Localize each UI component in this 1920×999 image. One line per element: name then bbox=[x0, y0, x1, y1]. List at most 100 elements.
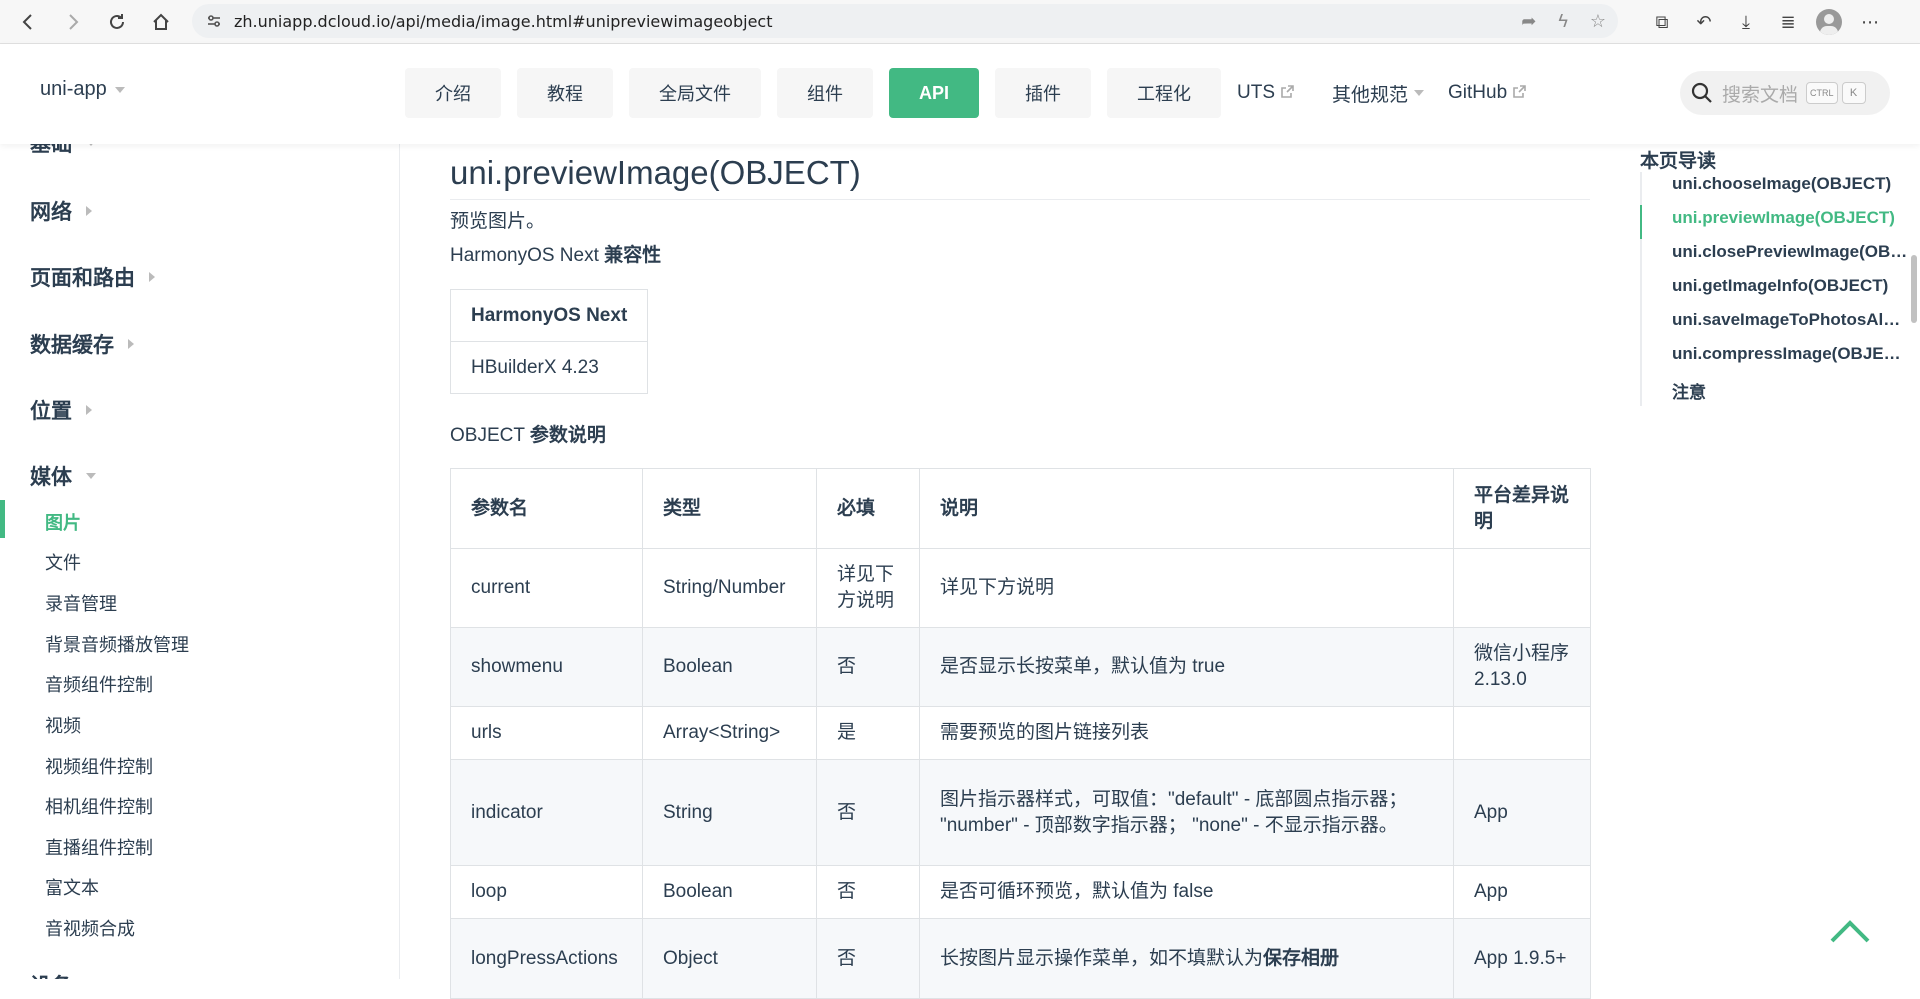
table-cell: 长按图片显示操作菜单，如不填默认为保存相册 bbox=[919, 918, 1454, 999]
link-uts[interactable]: UTS bbox=[1237, 68, 1294, 118]
table-cell: Boolean bbox=[642, 865, 817, 919]
sidebar-group-device[interactable]: 设备 bbox=[30, 970, 72, 979]
logo-text: uni-app bbox=[40, 78, 107, 100]
back-to-top-icon[interactable] bbox=[1828, 915, 1872, 945]
search-box[interactable]: 搜索文档 CTRL K bbox=[1680, 71, 1890, 115]
tab-intro[interactable]: 介绍 bbox=[405, 68, 501, 118]
sidebar-item-audio-ctx[interactable]: 音频组件控制 bbox=[45, 671, 153, 697]
table-cell-text: 长按图片显示操作菜单，如不填默认为 bbox=[940, 947, 1264, 969]
sidebar-item-camera-ctx[interactable]: 相机组件控制 bbox=[45, 793, 153, 819]
param-table-header: 说明 bbox=[919, 468, 1454, 549]
home-icon[interactable] bbox=[143, 4, 179, 40]
link-github[interactable]: GitHub bbox=[1448, 68, 1526, 118]
toc-item[interactable]: uni.closePreviewImage(OBJECT) bbox=[1672, 242, 1910, 262]
table-cell: showmenu bbox=[450, 627, 643, 707]
table-cell bbox=[1453, 706, 1591, 760]
sidebar-group-pages[interactable]: 页面和路由 bbox=[30, 262, 155, 292]
playlist-icon[interactable]: ≣ bbox=[1774, 8, 1802, 36]
lightning-icon[interactable]: ϟ bbox=[1558, 11, 1568, 32]
table-cell: 图片指示器样式，可取值："default" - 底部圆点指示器； "number… bbox=[919, 759, 1454, 866]
sidebar-group-label: 数据缓存 bbox=[30, 334, 114, 357]
table-cell: String bbox=[642, 759, 817, 866]
table-cell: 是否显示长按菜单，默认值为 true bbox=[919, 627, 1454, 707]
tab-tutorial[interactable]: 教程 bbox=[517, 68, 613, 118]
sidebar-item-live-ctx[interactable]: 直播组件控制 bbox=[45, 834, 153, 860]
external-link-icon bbox=[1513, 82, 1526, 104]
sidebar-group-label: 设备 bbox=[30, 970, 72, 979]
tab-engineering[interactable]: 工程化 bbox=[1107, 68, 1222, 118]
tab-plugins[interactable]: 插件 bbox=[995, 68, 1092, 118]
sidebar-group-network[interactable]: 网络 bbox=[30, 196, 92, 226]
link-other-specs[interactable]: 其他规范 bbox=[1332, 68, 1425, 118]
sidebar-item-image[interactable]: 图片 bbox=[45, 509, 81, 535]
history-icon[interactable]: ↶ bbox=[1690, 8, 1718, 36]
nav-tabs: 介绍 教程 全局文件 组件 API 插件 工程化 UTS 其他规范 GitHub bbox=[405, 68, 1564, 118]
sidebar-item-recorder[interactable]: 录音管理 bbox=[45, 590, 117, 616]
back-icon[interactable] bbox=[10, 4, 46, 40]
sidebar-group-label: 位置 bbox=[30, 400, 72, 423]
table-cell: 否 bbox=[816, 865, 920, 919]
sidebar-item-bg-audio[interactable]: 背景音频播放管理 bbox=[45, 631, 189, 657]
sidebar-item-file[interactable]: 文件 bbox=[45, 549, 81, 575]
sidebar-item-video[interactable]: 视频 bbox=[45, 712, 81, 738]
table-row: showmenu Boolean 否 是否显示长按菜单，默认值为 true 微信… bbox=[450, 627, 1591, 707]
table-cell: Object bbox=[642, 918, 817, 999]
sidebar-group-location[interactable]: 位置 bbox=[30, 395, 92, 425]
param-table: 参数名 类型 必填 说明 平台差异说明 current String/Numbe… bbox=[450, 468, 1591, 999]
sidebar-group-storage[interactable]: 数据缓存 bbox=[30, 329, 134, 359]
toc-item-active[interactable]: uni.previewImage(OBJECT) bbox=[1672, 208, 1910, 228]
sidebar-item-av-compose[interactable]: 音视频合成 bbox=[45, 915, 135, 941]
tab-components[interactable]: 组件 bbox=[777, 68, 873, 118]
share-icon[interactable]: ➦ bbox=[1521, 11, 1536, 32]
url-text[interactable]: zh.uniapp.dcloud.io/api/media/image.html… bbox=[234, 12, 772, 31]
search-icon bbox=[1691, 82, 1712, 103]
table-cell: loop bbox=[450, 865, 643, 919]
site-header: uni-app 介绍 教程 全局文件 组件 API 插件 工程化 UTS 其他规… bbox=[0, 44, 1920, 144]
sidebar-active-indicator bbox=[0, 500, 5, 538]
chevron-down-icon bbox=[114, 86, 125, 93]
toc-item[interactable]: uni.compressImage(OBJECT) bbox=[1672, 344, 1910, 364]
table-cell: String/Number bbox=[642, 548, 817, 628]
sidebar-item-rich-text[interactable]: 富文本 bbox=[45, 874, 99, 900]
table-cell: indicator bbox=[450, 759, 643, 866]
param-table-header: 必填 bbox=[816, 468, 920, 549]
search-placeholder: 搜索文档 bbox=[1722, 84, 1799, 106]
toc-item[interactable]: uni.chooseImage(OBJECT) bbox=[1672, 174, 1910, 194]
table-cell: current bbox=[450, 548, 643, 628]
table-cell bbox=[1453, 548, 1591, 628]
download-icon[interactable]: ⤓ bbox=[1732, 8, 1760, 36]
external-link-icon bbox=[1281, 82, 1294, 104]
sidebar-item-video-ctx[interactable]: 视频组件控制 bbox=[45, 753, 153, 779]
profile-avatar-icon[interactable] bbox=[1816, 9, 1842, 35]
table-cell: urls bbox=[450, 706, 643, 760]
sidebar: 基础 网络 页面和路由 数据缓存 位置 媒体 图片 文件 录音管理 背景音频播放… bbox=[0, 144, 400, 979]
star-icon[interactable]: ☆ bbox=[1590, 11, 1606, 32]
tab-api[interactable]: API bbox=[889, 68, 980, 118]
sidebar-group-label: 页面和路由 bbox=[30, 267, 135, 290]
toc-item[interactable]: uni.getImageInfo(OBJECT) bbox=[1672, 276, 1910, 296]
menu-dots-icon[interactable]: ⋯ bbox=[1856, 8, 1884, 36]
address-bar[interactable]: zh.uniapp.dcloud.io/api/media/image.html… bbox=[192, 4, 1618, 38]
logo-dropdown[interactable]: uni-app bbox=[40, 78, 125, 101]
toc-item[interactable]: uni.saveImageToPhotosAlbum(OBJECT) bbox=[1672, 310, 1910, 330]
table-cell: 否 bbox=[816, 918, 920, 999]
sidebar-group-media[interactable]: 媒体 bbox=[30, 461, 96, 491]
toc-active-indicator bbox=[1640, 205, 1642, 239]
table-row: indicator String 否 图片指示器样式，可取值："default"… bbox=[450, 759, 1591, 866]
param-table-header: 类型 bbox=[642, 468, 817, 549]
reload-icon[interactable] bbox=[99, 4, 135, 40]
compat-table-value: HBuilderX 4.23 bbox=[449, 341, 649, 394]
title-divider bbox=[450, 199, 1590, 200]
sidebar-group-basic[interactable]: 基础 bbox=[30, 144, 96, 158]
table-cell: App bbox=[1453, 759, 1591, 866]
table-row: urls Array<String> 是 需要预览的图片链接列表 bbox=[450, 706, 1591, 760]
link-uts-label: UTS bbox=[1237, 82, 1276, 103]
link-other-label: 其他规范 bbox=[1332, 84, 1409, 106]
toc-item[interactable]: 注意 bbox=[1672, 378, 1910, 403]
site-info-icon[interactable] bbox=[206, 13, 222, 29]
toc-scrollbar[interactable] bbox=[1911, 255, 1917, 323]
extensions-icon[interactable]: ⧉ bbox=[1648, 8, 1676, 36]
param-table-header: 平台差异说明 bbox=[1453, 468, 1591, 549]
tab-global-files[interactable]: 全局文件 bbox=[629, 68, 761, 118]
forward-icon[interactable] bbox=[55, 4, 91, 40]
